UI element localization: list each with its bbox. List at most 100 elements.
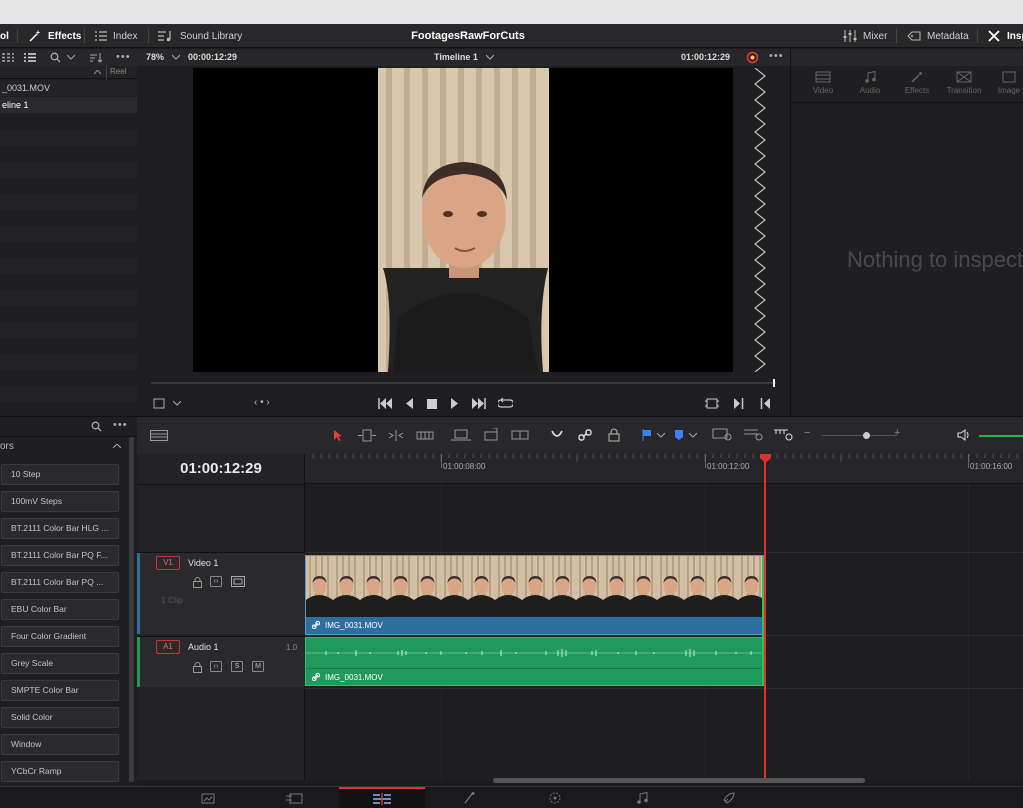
- marker-icon[interactable]: [674, 429, 684, 441]
- play-icon[interactable]: [450, 398, 459, 409]
- go-to-end-icon[interactable]: [471, 398, 486, 409]
- generator-smpte-color-bar[interactable]: SMPTE Color Bar: [1, 680, 119, 701]
- inspector-tab[interactable]: Insp: [987, 24, 1023, 48]
- video-track-badge[interactable]: V1: [156, 556, 180, 570]
- color-wheel-icon[interactable]: [746, 51, 759, 64]
- generators-section-title[interactable]: ors: [0, 441, 14, 452]
- color-page-button[interactable]: [512, 787, 598, 808]
- lock-icon[interactable]: [193, 577, 202, 588]
- audio-track-name[interactable]: Audio 1: [188, 642, 219, 652]
- zoom-in-icon[interactable]: +: [894, 427, 900, 439]
- cut-page-button[interactable]: [252, 787, 338, 808]
- sort-ascending-icon[interactable]: [94, 70, 101, 75]
- fairlight-page-button[interactable]: [599, 787, 685, 808]
- chevron-down-icon[interactable]: [173, 401, 181, 406]
- chevron-down-icon[interactable]: [67, 55, 75, 60]
- chevron-down-icon[interactable]: [657, 433, 665, 438]
- deliver-page-button[interactable]: [686, 787, 772, 808]
- loop-icon[interactable]: [498, 397, 513, 410]
- generator-10-step[interactable]: 10 Step: [1, 464, 119, 485]
- dynamic-trim-icon[interactable]: [387, 429, 405, 442]
- more-options-icon[interactable]: •••: [116, 51, 131, 63]
- full-extent-zoom-icon[interactable]: [712, 428, 734, 442]
- generator-100mv-steps[interactable]: 100mV Steps: [1, 491, 119, 512]
- lock-icon[interactable]: [608, 428, 620, 442]
- search-icon[interactable]: [91, 421, 102, 432]
- replace-clip-icon[interactable]: [510, 428, 530, 443]
- play-reverse-icon[interactable]: [405, 398, 414, 409]
- metadata-tab[interactable]: Metadata: [907, 24, 969, 48]
- generator-bt2111-pq-f[interactable]: BT.2111 Color Bar PQ F...: [1, 545, 119, 566]
- more-options-icon[interactable]: •••: [769, 50, 784, 62]
- selection-pointer-icon[interactable]: [333, 429, 343, 442]
- audio-clip[interactable]: IMG_0031.MOV: [305, 637, 764, 686]
- previous-edit-icon[interactable]: [760, 398, 771, 409]
- auto-select-icon[interactable]: ‹›: [210, 661, 222, 672]
- linked-selection-icon[interactable]: [578, 428, 592, 442]
- generator-four-color-gradient[interactable]: Four Color Gradient: [1, 626, 119, 647]
- grid-view-icon[interactable]: [2, 53, 14, 62]
- timeline-horizontal-scrollbar[interactable]: [493, 778, 865, 783]
- timeline-selector[interactable]: Timeline 1: [434, 52, 478, 62]
- list-view-icon[interactable]: [24, 53, 36, 62]
- generator-grey-scale[interactable]: Grey Scale: [1, 653, 119, 674]
- mute-button[interactable]: M: [252, 661, 264, 672]
- zoom-slider-track[interactable]: [822, 435, 897, 436]
- stop-icon[interactable]: [427, 399, 437, 409]
- audio-track-header[interactable]: A1 Audio 1 1.0 ‹› S M: [137, 636, 305, 687]
- video-track-name[interactable]: Video 1: [188, 558, 218, 568]
- mixer-tab[interactable]: Mixer: [843, 24, 887, 48]
- effects-scrollbar[interactable]: [129, 437, 134, 782]
- chevron-down-icon[interactable]: [486, 55, 494, 60]
- inspector-tab-audio[interactable]: Audio: [850, 71, 890, 95]
- video-track-header[interactable]: V1 Video 1 ‹› 1 Clip: [137, 552, 305, 634]
- jog-control[interactable]: ‹ • ›: [254, 397, 270, 408]
- inspector-tab-transition[interactable]: Transition: [944, 71, 984, 95]
- edit-page-button[interactable]: [339, 787, 425, 808]
- inspector-tab-effects[interactable]: Effects: [897, 71, 937, 95]
- effects-tab[interactable]: Effects: [28, 24, 81, 48]
- speaker-icon[interactable]: [957, 429, 971, 441]
- overwrite-clip-icon[interactable]: [481, 428, 501, 443]
- media-pool-item[interactable]: _0031.MOV: [0, 80, 137, 96]
- zoom-slider-handle[interactable]: [863, 432, 870, 439]
- next-edit-icon[interactable]: [733, 398, 744, 409]
- sort-icon[interactable]: [90, 53, 103, 63]
- generator-ebu-color-bar[interactable]: EBU Color Bar: [1, 599, 119, 620]
- generator-bt2111-pq[interactable]: BT.2111 Color Bar PQ ...: [1, 572, 119, 593]
- generator-ycbcr-ramp[interactable]: YCbCr Ramp: [1, 761, 119, 782]
- media-pool-tab[interactable]: ol: [0, 24, 9, 48]
- go-to-start-icon[interactable]: [378, 398, 393, 409]
- viewer-scrub-bar[interactable]: [151, 382, 776, 384]
- lock-icon[interactable]: [193, 662, 202, 673]
- volume-level-bar[interactable]: [979, 435, 1023, 437]
- custom-zoom-icon[interactable]: [773, 428, 795, 442]
- detail-zoom-icon[interactable]: [743, 428, 765, 442]
- match-frame-icon[interactable]: [705, 398, 719, 409]
- generator-solid-color[interactable]: Solid Color: [1, 707, 119, 728]
- media-page-button[interactable]: [165, 787, 251, 808]
- sound-library-tab[interactable]: Sound Library: [158, 24, 242, 48]
- timeline-area[interactable]: 01:00:08:00 01:00:12:00 01:00:16:00 IMG_…: [305, 454, 1023, 780]
- generator-window[interactable]: Window: [1, 734, 119, 755]
- chevron-down-icon[interactable]: [689, 433, 697, 438]
- fusion-page-button[interactable]: [426, 787, 512, 808]
- media-pool-item[interactable]: eline 1: [0, 97, 137, 113]
- audio-track-badge[interactable]: A1: [156, 640, 180, 654]
- solo-button[interactable]: S: [231, 661, 243, 672]
- chevron-up-icon[interactable]: [113, 444, 121, 449]
- snapping-icon[interactable]: [550, 428, 564, 442]
- chevron-down-icon[interactable]: [172, 55, 180, 60]
- trim-edit-icon[interactable]: [358, 429, 376, 442]
- inspector-tab-image[interactable]: Image: [989, 71, 1023, 95]
- generator-bt2111-hlg[interactable]: BT.2111 Color Bar HLG ...: [1, 518, 119, 539]
- track-enable-icon[interactable]: [231, 576, 245, 587]
- zoom-out-icon[interactable]: −: [804, 427, 810, 439]
- video-clip[interactable]: IMG_0031.MOV: [305, 555, 764, 635]
- more-options-icon[interactable]: •••: [113, 419, 128, 431]
- playhead[interactable]: [764, 454, 766, 780]
- zoom-level[interactable]: 78%: [146, 52, 164, 62]
- inspector-tab-video[interactable]: Video: [803, 71, 843, 95]
- timeline-view-options-icon[interactable]: [150, 430, 168, 441]
- timeline-ruler[interactable]: 01:00:08:00 01:00:12:00 01:00:16:00: [305, 454, 1023, 484]
